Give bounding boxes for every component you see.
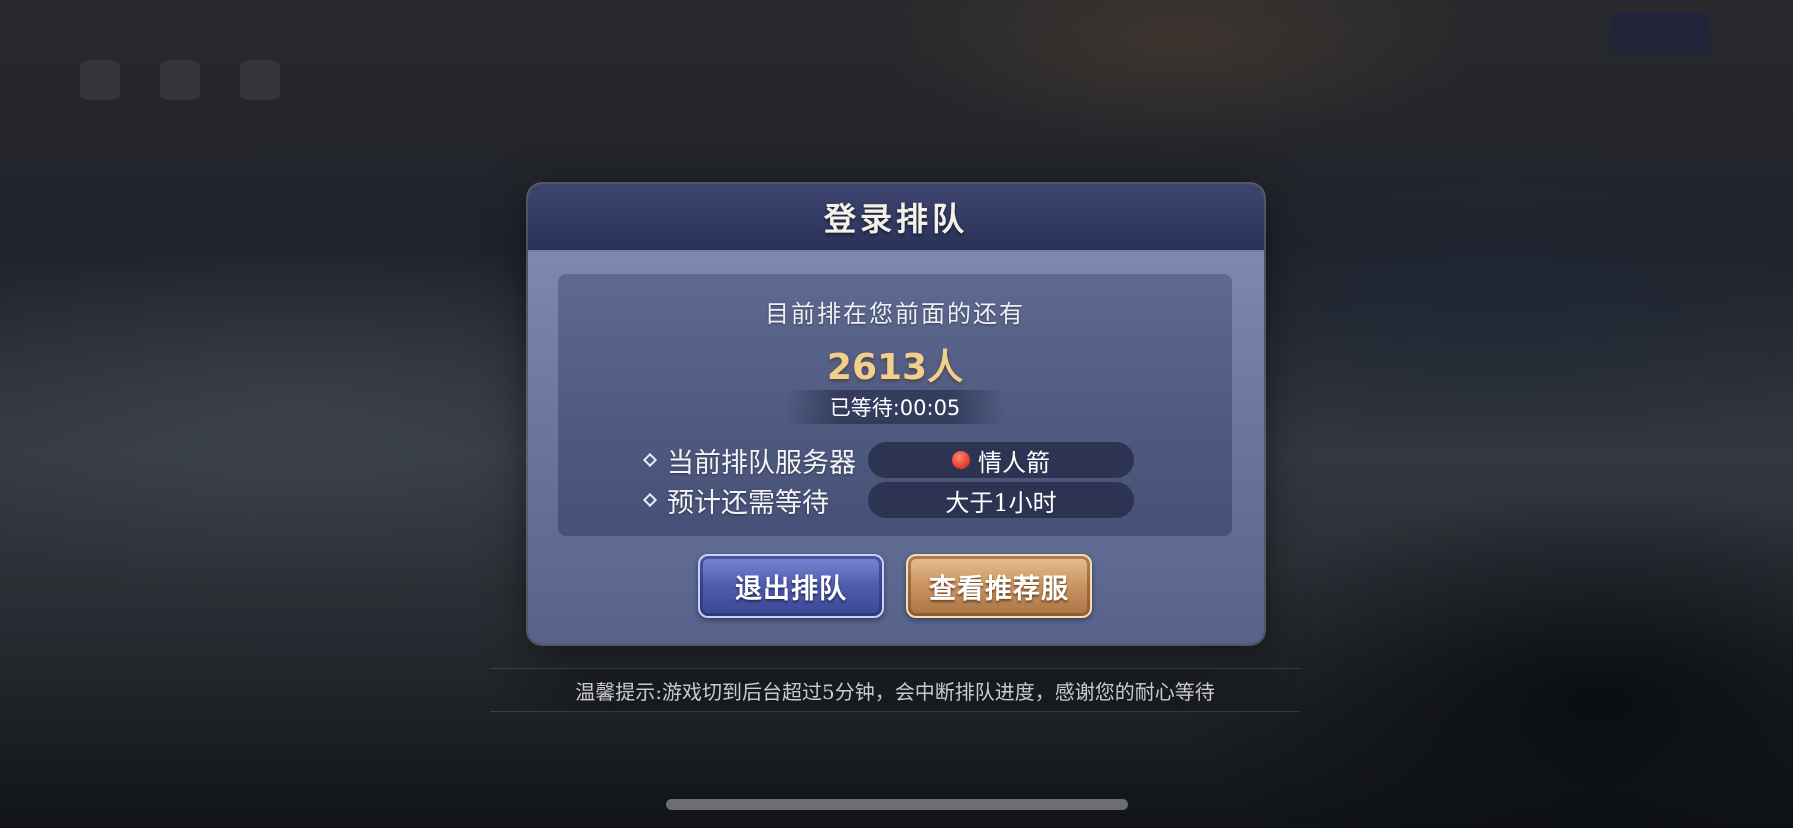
queue-count: 2613人 [826,347,964,388]
server-value-box: 情人箭 [868,442,1134,478]
exit-queue-button[interactable]: 退出排队 [698,554,884,618]
dialog-title: 登录排队 [823,200,968,238]
waited-time: 已等待:00:05 [785,390,1005,424]
queue-info-panel: 目前排在您前面的还有 2613人 已等待:00:05 当前排队服务器 情人箭 预… [558,274,1232,536]
server-row-label-wrap: 当前排队服务器 [642,441,868,480]
diamond-bullet-icon [642,492,658,508]
wait-estimate-value-box: 大于1小时 [868,482,1134,518]
wait-estimate-value: 大于1小时 [945,488,1057,517]
top-right-hud-button [1610,12,1710,54]
hud-icon [80,60,120,100]
server-label: 当前排队服务器 [667,447,856,479]
red-status-dot-icon [952,451,970,469]
view-recommended-server-label: 查看推荐服 [929,573,1069,605]
wait-estimate-label: 预计还需等待 [667,487,829,519]
queue-position-label: 目前排在您前面的还有 [765,300,1025,328]
top-left-hud [80,60,280,100]
login-queue-dialog: 登录排队 目前排在您前面的还有 2613人 已等待:00:05 当前排队服务器 … [528,184,1264,644]
dialog-header: 登录排队 [528,184,1264,252]
tip-text: 温馨提示:游戏切到后台超过5分钟，会中断排队进度，感谢您的耐心等待 [575,679,1215,704]
diamond-bullet-icon [642,452,658,468]
home-indicator[interactable] [666,799,1128,810]
tip-bar: 温馨提示:游戏切到后台超过5分钟，会中断排队进度，感谢您的耐心等待 [490,668,1300,712]
view-recommended-server-button[interactable]: 查看推荐服 [906,554,1092,618]
server-name: 情人箭 [978,448,1050,477]
server-row: 当前排队服务器 情人箭 [642,441,1134,480]
hud-icon [160,60,200,100]
wait-estimate-row: 预计还需等待 大于1小时 [642,481,1134,520]
hud-icon [240,60,280,100]
exit-queue-button-label: 退出排队 [735,573,847,605]
wait-row-label-wrap: 预计还需等待 [642,481,868,520]
